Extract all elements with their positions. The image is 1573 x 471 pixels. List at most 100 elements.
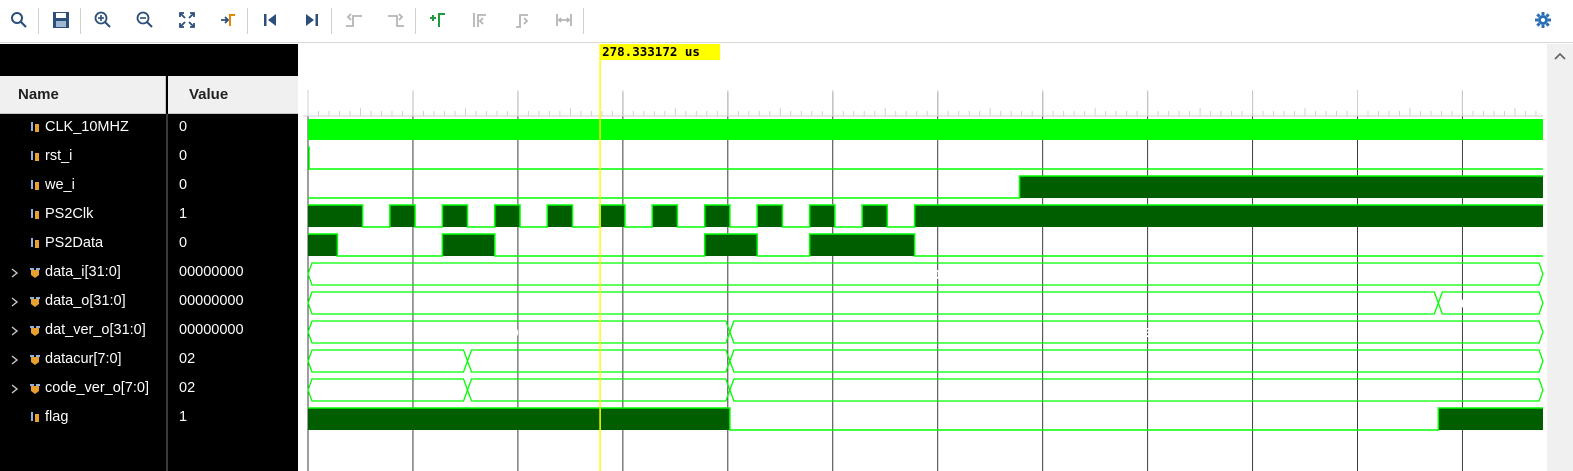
bus-value-label: 0000004b <box>1461 296 1521 311</box>
zoom-fit-icon[interactable] <box>176 9 198 31</box>
signal-row[interactable]: PS2Data 0 <box>0 230 298 259</box>
high-segment <box>704 205 730 227</box>
signal-name: PS2Clk <box>45 206 94 222</box>
swap-cursors-icon[interactable] <box>553 9 575 31</box>
high-segment <box>1438 408 1543 430</box>
high-segment <box>599 205 625 227</box>
gear-icon[interactable] <box>1532 9 1554 31</box>
signal-row[interactable]: datacur[7:0] 02 <box>0 346 298 375</box>
bit-signal-icon <box>31 209 39 219</box>
go-to-last-time-icon[interactable] <box>301 9 323 31</box>
ruler-tick-label: 300 us <box>626 90 673 105</box>
vertical-scrollbar[interactable] <box>1547 44 1573 471</box>
value-column-header[interactable]: Value <box>168 76 298 114</box>
high-segment <box>389 205 416 227</box>
high-segment <box>652 205 678 227</box>
waveform-canvas[interactable]: 0 us 100 us 200 us 300 us 400 us 500 us 600 us… <box>303 44 1547 471</box>
high-segment <box>809 234 915 256</box>
signal-row[interactable]: rst_i 0 <box>0 143 298 172</box>
high-segment <box>704 234 758 256</box>
high-segment <box>547 205 573 227</box>
high-segment <box>862 205 888 227</box>
signal-row[interactable]: CLK_10MHZ 0 <box>0 114 298 143</box>
ruler-tick-label: 800 us <box>1151 90 1198 105</box>
scroll-up-icon[interactable] <box>1547 46 1573 66</box>
signal-name: data_i[31:0] <box>45 264 121 280</box>
signal-name: we_i <box>45 177 75 193</box>
bus-value-label: 00 <box>380 354 395 369</box>
signal-name: flag <box>45 409 69 425</box>
bus-value-label: 42 <box>1129 383 1144 398</box>
signal-value: 0 <box>179 148 188 164</box>
signal-row[interactable]: code_ver_o[7:0] 02 <box>0 375 298 404</box>
name-column-header[interactable]: Name <box>0 76 166 114</box>
go-to-cursor-icon[interactable] <box>217 9 239 31</box>
ruler-tick-label: 0 us <box>311 90 342 105</box>
cursor-time-label: 278.333172 us <box>602 44 700 59</box>
add-marker-icon[interactable] <box>427 9 449 31</box>
save-icon[interactable] <box>50 9 72 31</box>
expand-chevron-icon[interactable] <box>10 382 20 396</box>
expand-chevron-icon[interactable] <box>10 266 20 280</box>
signal-name: rst_i <box>45 148 73 164</box>
search-icon[interactable] <box>8 9 30 31</box>
previous-marker-icon[interactable] <box>469 9 491 31</box>
signal-value: 00000000 <box>179 293 244 309</box>
bus-value-label: 02 <box>591 383 606 398</box>
ruler-tick-label: 400 us <box>731 90 778 105</box>
bus-signal-icon <box>30 384 40 394</box>
signal-value: 0 <box>179 177 188 193</box>
signal-row[interactable]: we_i 0 <box>0 172 298 201</box>
signal-row[interactable]: data_i[31:0] 00000000 <box>0 259 298 288</box>
signal-row[interactable]: data_o[31:0] 00000000 <box>0 288 298 317</box>
high-segment <box>494 205 520 227</box>
high-segment <box>442 234 495 256</box>
clock-waveform <box>308 119 1543 140</box>
go-to-time-zero-icon[interactable] <box>259 9 281 31</box>
bus-value-label: 42 <box>1129 354 1144 369</box>
expand-chevron-icon[interactable] <box>10 324 20 338</box>
bus-value-label: 00000000 <box>489 325 549 340</box>
expand-chevron-icon[interactable] <box>10 353 20 367</box>
bus-value-label: 00000000 <box>843 296 903 311</box>
signal-name: CLK_10MHZ <box>45 119 129 135</box>
high-segment <box>809 205 835 227</box>
ruler-tick-label: 200 us <box>521 90 568 105</box>
high-segment <box>757 205 783 227</box>
high-segment <box>1019 176 1543 198</box>
bit-signal-icon <box>31 151 39 161</box>
zoom-in-icon[interactable] <box>92 9 114 31</box>
bit-signal-icon <box>31 122 39 132</box>
signal-name: dat_ver_o[31:0] <box>45 322 146 338</box>
ruler-tick-label: 500 us <box>836 90 883 105</box>
ruler-tick-label: 600 us <box>941 90 988 105</box>
signal-row[interactable]: flag 1 <box>0 404 298 433</box>
signal-value: 02 <box>179 380 196 396</box>
previous-transition-icon[interactable] <box>343 9 365 31</box>
signal-value: 00000000 <box>179 264 244 280</box>
zoom-out-icon[interactable] <box>134 9 156 31</box>
high-segment <box>308 205 363 227</box>
signal-value: 0 <box>179 119 188 135</box>
high-segment <box>442 205 468 227</box>
ruler-tick-label: 900 us <box>1256 90 1303 105</box>
signal-value: 02 <box>179 351 196 367</box>
bus-signal-icon <box>30 326 40 336</box>
ruler-tick-label: 1,000 us <box>1361 90 1424 105</box>
bit-signal-icon <box>31 238 39 248</box>
expand-chevron-icon[interactable] <box>10 295 20 309</box>
signal-row[interactable]: dat_ver_o[31:0] 00000000 <box>0 317 298 346</box>
signal-value: 0 <box>179 235 188 251</box>
next-transition-icon[interactable] <box>385 9 407 31</box>
next-marker-icon[interactable] <box>511 9 533 31</box>
bus-value-label: 0000004b <box>1106 325 1166 340</box>
bit-signal-icon <box>31 180 39 190</box>
high-segment <box>914 205 1543 227</box>
bit-signal-icon <box>31 412 39 422</box>
signal-value: 1 <box>179 206 188 222</box>
toolbar <box>0 0 1573 43</box>
high-segment <box>308 234 338 256</box>
ruler-tick-label: 100 us <box>416 90 463 105</box>
bus-value-label: 00000000 <box>895 267 955 282</box>
signal-row[interactable]: PS2Clk 1 <box>0 201 298 230</box>
